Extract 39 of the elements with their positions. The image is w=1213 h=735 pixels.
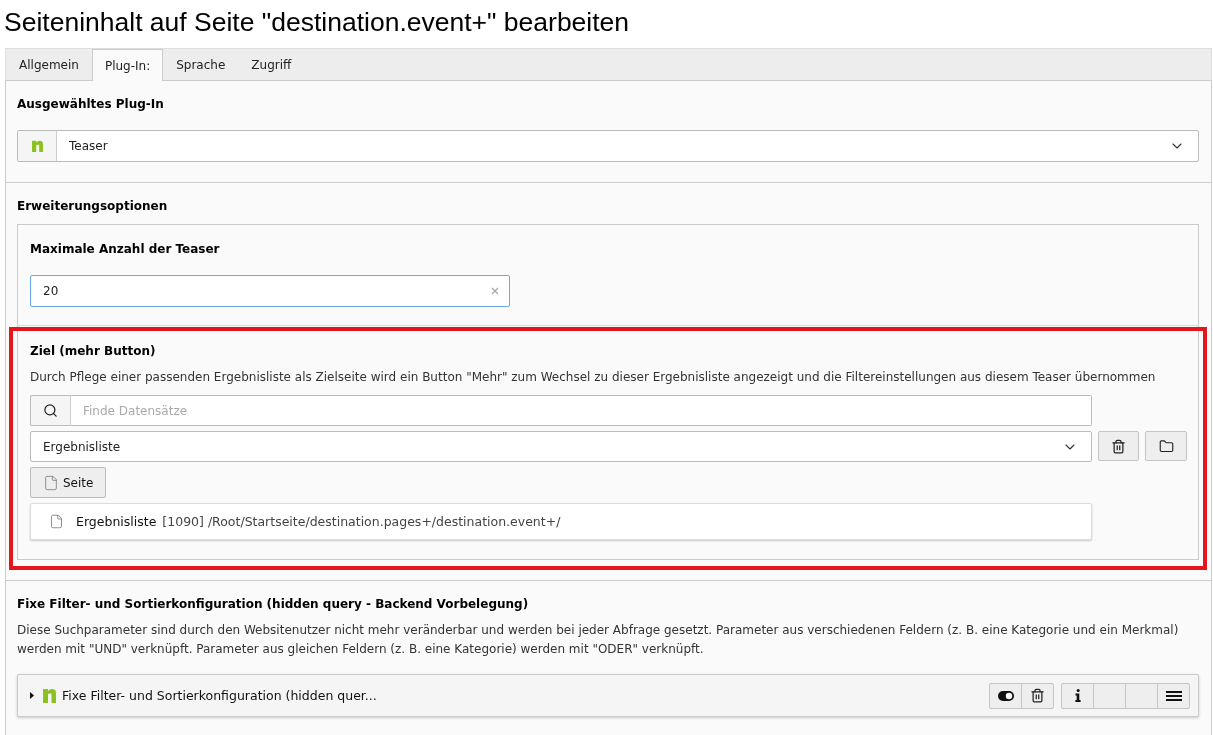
page-title: Seiteninhalt auf Seite "destination.event+" bearbeiten [4, 6, 630, 38]
n-logo-icon [18, 131, 57, 161]
plugin-select[interactable]: Teaser [17, 130, 1199, 162]
page-button[interactable]: Seite [30, 467, 106, 498]
section-description: Diese Suchparameter sind durch den Websitenutzer nicht mehr veränderbar und werden bei jeder Abfrage gesetzt. Parameter aus verschiedenen Feldern (z. B. eine Kategorie und ein Merkmal) werden mit "UND" verknüpft. Parameter aus gleichen Feldern (z. B. eine Kategorie) werden mit "ODER" verknüpft. [17, 622, 1180, 658]
search-icon [30, 395, 71, 426]
tab[interactable]: Plug-In: [91, 49, 164, 81]
trash-icon [1111, 438, 1126, 454]
toggle-button[interactable] [989, 682, 1022, 709]
search-field[interactable]: Finde Datensätze [71, 395, 1092, 426]
tab[interactable]: Sprache [163, 49, 239, 80]
field-label: Maximale Anzahl der Teaser [30, 241, 221, 257]
section-heading: Ausgewähltes Plug-In [17, 96, 165, 112]
section-heading: Erweiterungsoptionen [17, 198, 169, 214]
file-icon [49, 514, 64, 529]
toggle-icon [997, 690, 1014, 701]
drag-handle-button[interactable] [1157, 682, 1190, 709]
info-icon [1074, 689, 1081, 702]
menu-icon [1165, 690, 1182, 701]
field-label: Ziel (mehr Button) [30, 343, 157, 359]
tab[interactable]: Zugriff [238, 49, 305, 80]
n-logo-icon [43, 688, 56, 703]
file-icon [43, 474, 59, 491]
delete-button[interactable] [1098, 431, 1139, 461]
record-path: [1090] /Root/Startseite/destination.pages+/destination.event+/ [162, 514, 561, 529]
folder-icon [1158, 438, 1174, 454]
caret-right-icon[interactable] [30, 692, 34, 699]
section-heading: Fixe Filter- und Sortierkonfiguration (hidden query - Backend Vorbelegung) [17, 596, 530, 612]
delete-button[interactable] [1021, 682, 1054, 709]
record-select[interactable]: Ergebnisliste [30, 431, 1092, 462]
record-row[interactable]: Ergebnisliste [1090] /Root/Startseite/destination.pages+/destination.event+/ [30, 503, 1092, 540]
browse-button[interactable] [1145, 431, 1187, 461]
info-button[interactable] [1061, 682, 1094, 709]
record-title: Ergebnisliste [76, 514, 157, 529]
input-field[interactable]: 20 [30, 275, 510, 307]
trash-icon [1030, 688, 1045, 703]
item-title[interactable]: Fixe Filter- und Sortierkonfiguration (hidden quer... [62, 688, 982, 703]
tab[interactable]: Allgemein [6, 49, 92, 80]
field-description: Durch Pflege einer passenden Ergebnisliste als Zielseite wird ein Button "Mehr" zum Wechsel zu dieser Ergebnisliste angezeigt und die Filtereinstellungen aus diesem Teaser übernommen [30, 369, 1157, 385]
